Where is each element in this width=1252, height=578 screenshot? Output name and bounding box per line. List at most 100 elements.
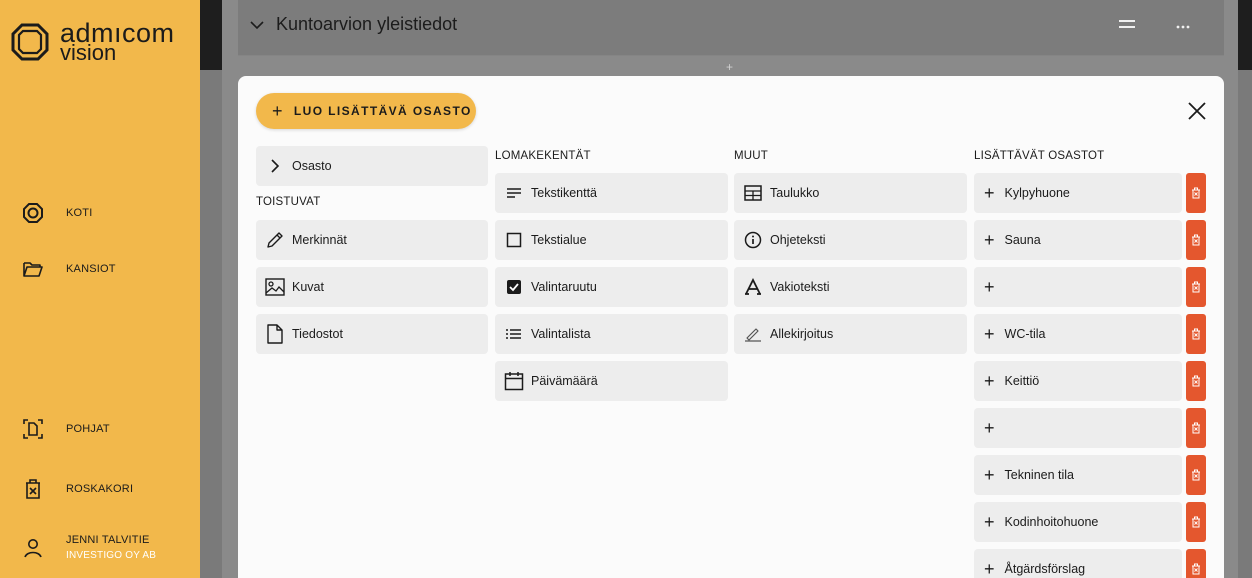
- tile-label: Vakioteksti: [770, 280, 830, 294]
- extra-section-item[interactable]: + Kylpyhuone: [974, 173, 1182, 213]
- tile-label: Allekirjoitus: [770, 327, 834, 341]
- trash-icon: [22, 478, 44, 500]
- signature-icon: [742, 323, 764, 345]
- plus-icon: +: [984, 558, 995, 578]
- trash-icon: [1192, 422, 1200, 434]
- chevron-right-icon: [264, 155, 286, 177]
- plus-icon: +: [984, 464, 995, 485]
- drag-handle-icon[interactable]: [1118, 16, 1136, 34]
- valintalista-tile[interactable]: Valintalista: [495, 314, 728, 354]
- extra-section-label: Åtgärdsförslag: [1004, 562, 1086, 576]
- add-element-hint[interactable]: +: [726, 60, 733, 74]
- tiedostot-tile[interactable]: Tiedostot: [256, 314, 488, 354]
- file-icon: [264, 323, 286, 345]
- plus-icon: +: [984, 370, 995, 391]
- trash-icon: [1192, 281, 1200, 293]
- plus-icon: +: [984, 323, 995, 344]
- create-extra-section-button[interactable]: + LUO LISÄTTÄVÄ OSASTO: [256, 93, 476, 129]
- delete-extra-section-button[interactable]: [1186, 314, 1206, 354]
- sidebar-item-roskakori[interactable]: ROSKAKORI: [22, 478, 133, 500]
- plus-icon: +: [984, 276, 995, 297]
- tile-label: Ohjeteksti: [770, 233, 826, 247]
- extra-section-label: WC-tila: [1004, 327, 1046, 341]
- sidebar-item-kansiot[interactable]: KANSIOT: [22, 258, 116, 280]
- tekstikentta-tile[interactable]: Tekstikenttä: [495, 173, 728, 213]
- tile-label: Päivämäärä: [531, 374, 598, 388]
- form-fields-heading: LOMAKEKENTÄT: [495, 150, 591, 162]
- user-name: JENNI TALVITIE: [66, 534, 150, 546]
- delete-extra-section-button[interactable]: [1186, 361, 1206, 401]
- sidebar-item-label: KANSIOT: [66, 263, 116, 275]
- dark-strip-left: [200, 0, 222, 70]
- delete-extra-section-button[interactable]: [1186, 408, 1206, 448]
- dark-strip-right: [1238, 0, 1252, 70]
- serif-a-icon: [742, 276, 764, 298]
- repeating-heading: TOISTUVAT: [256, 196, 321, 208]
- trash-icon: [1192, 563, 1200, 575]
- section-title-text: Kuntoarvion yleistiedot: [276, 14, 458, 34]
- trash-icon: [1192, 516, 1200, 528]
- home-icon: [22, 202, 44, 224]
- tile-label: Taulukko: [770, 186, 820, 200]
- plus-icon: +: [984, 511, 995, 532]
- paivamaara-tile[interactable]: Päivämäärä: [495, 361, 728, 401]
- plus-icon: +: [272, 100, 284, 121]
- user-profile[interactable]: JENNI TALVITIE INVESTIGO OY AB: [22, 532, 156, 564]
- more-options-icon[interactable]: [1176, 16, 1190, 34]
- extra-section-label: Sauna: [1004, 233, 1041, 247]
- tekstialue-tile[interactable]: Tekstialue: [495, 220, 728, 260]
- other-heading: MUUT: [734, 150, 769, 162]
- taulukko-tile[interactable]: Taulukko: [734, 173, 967, 213]
- extra-section-label: Tekninen tila: [1004, 468, 1075, 482]
- text-lines-icon: [503, 182, 525, 204]
- osasto-tile[interactable]: Osasto: [256, 146, 488, 186]
- tile-label: Tekstikenttä: [531, 186, 598, 200]
- delete-extra-section-button[interactable]: [1186, 220, 1206, 260]
- merkinnat-tile[interactable]: Merkinnät: [256, 220, 488, 260]
- square-icon: [503, 229, 525, 251]
- sidebar-item-koti[interactable]: KOTI: [22, 202, 92, 224]
- admicom-logo-icon: [11, 23, 49, 61]
- extra-section-item[interactable]: + Keittiö: [974, 361, 1182, 401]
- delete-extra-section-button[interactable]: [1186, 455, 1206, 495]
- extra-section-item[interactable]: +: [974, 408, 1182, 448]
- delete-extra-section-button[interactable]: [1186, 502, 1206, 542]
- folder-icon: [22, 258, 44, 280]
- sidebar-item-label: KOTI: [66, 207, 93, 219]
- checkbox-icon: [503, 276, 525, 298]
- delete-extra-section-button[interactable]: [1186, 267, 1206, 307]
- delete-extra-section-button[interactable]: [1186, 173, 1206, 213]
- extra-section-item[interactable]: + Åtgärdsförslag: [974, 549, 1182, 578]
- trash-icon: [1192, 187, 1200, 199]
- admicom-logo[interactable]: admıcom vision: [10, 20, 175, 64]
- extra-section-label: Kylpyhuone: [1004, 186, 1070, 200]
- trash-icon: [1192, 328, 1200, 340]
- tile-label: Valintaruutu: [531, 280, 597, 294]
- extra-section-item[interactable]: + Tekninen tila: [974, 455, 1182, 495]
- vakioteksti-tile[interactable]: Vakioteksti: [734, 267, 967, 307]
- sidebar-item-pohjat[interactable]: POHJAT: [22, 418, 110, 440]
- section-title[interactable]: Kuntoarvion yleistiedot: [250, 14, 457, 35]
- calendar-icon: [503, 370, 525, 392]
- close-icon[interactable]: [1186, 100, 1208, 122]
- extra-section-item[interactable]: + WC-tila: [974, 314, 1182, 354]
- add-element-modal: + LUO LISÄTTÄVÄ OSASTO Osasto TOISTUVAT …: [238, 76, 1224, 578]
- pencil-icon: [264, 229, 286, 251]
- image-icon: [264, 276, 286, 298]
- extra-section-item[interactable]: + Sauna: [974, 220, 1182, 260]
- plus-icon: +: [984, 229, 995, 250]
- chevron-down-icon: [250, 14, 264, 35]
- valintaruutu-tile[interactable]: Valintaruutu: [495, 267, 728, 307]
- extra-section-item[interactable]: +: [974, 267, 1182, 307]
- tile-label: Merkinnät: [292, 233, 347, 247]
- section-actions: [1118, 16, 1190, 34]
- template-icon: [22, 418, 44, 440]
- kuvat-tile[interactable]: Kuvat: [256, 267, 488, 307]
- extra-section-item[interactable]: + Kodinhoitohuone: [974, 502, 1182, 542]
- ohjeteksti-tile[interactable]: Ohjeteksti: [734, 220, 967, 260]
- trash-icon: [1192, 234, 1200, 246]
- allekirjoitus-tile[interactable]: Allekirjoitus: [734, 314, 967, 354]
- list-icon: [503, 323, 525, 345]
- delete-extra-section-button[interactable]: [1186, 549, 1206, 578]
- tile-label: Kuvat: [292, 280, 324, 294]
